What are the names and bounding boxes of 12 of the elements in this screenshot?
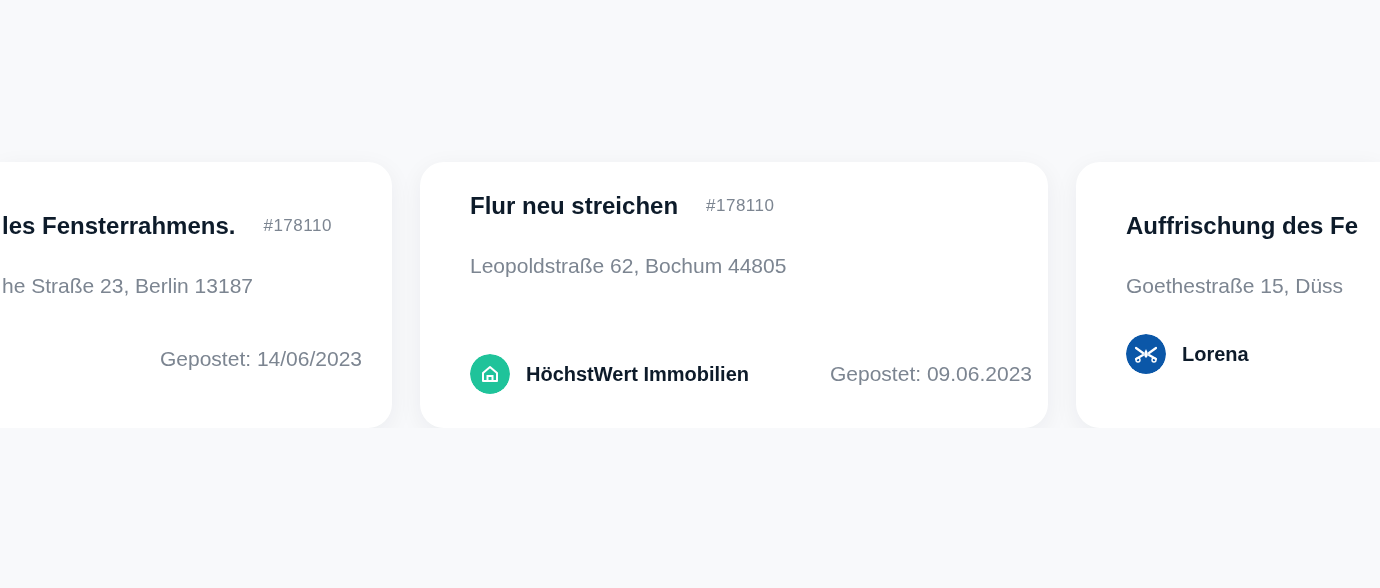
job-address: Leopoldstraße 62, Bochum 44805 xyxy=(470,253,788,279)
job-address: he Straße 23, Berlin 13187 xyxy=(2,273,254,299)
job-address: Goethestraße 15, Düss xyxy=(1126,273,1345,299)
company-name: Lorena xyxy=(1182,342,1249,367)
company-name: HöchstWert Immobilien xyxy=(526,362,749,387)
job-title: les Fensterrahmens. xyxy=(2,211,236,241)
job-title: Flur neu streichen xyxy=(470,191,679,221)
job-number: #178110 xyxy=(263,215,332,238)
posted-date: Gepostet: 14/06/2023 xyxy=(160,345,362,372)
posted-date: Gepostet: 09.06.2023 xyxy=(830,361,1032,388)
job-title: Auffrischung des Fe xyxy=(1126,211,1359,241)
job-number: #178110 xyxy=(706,195,775,218)
